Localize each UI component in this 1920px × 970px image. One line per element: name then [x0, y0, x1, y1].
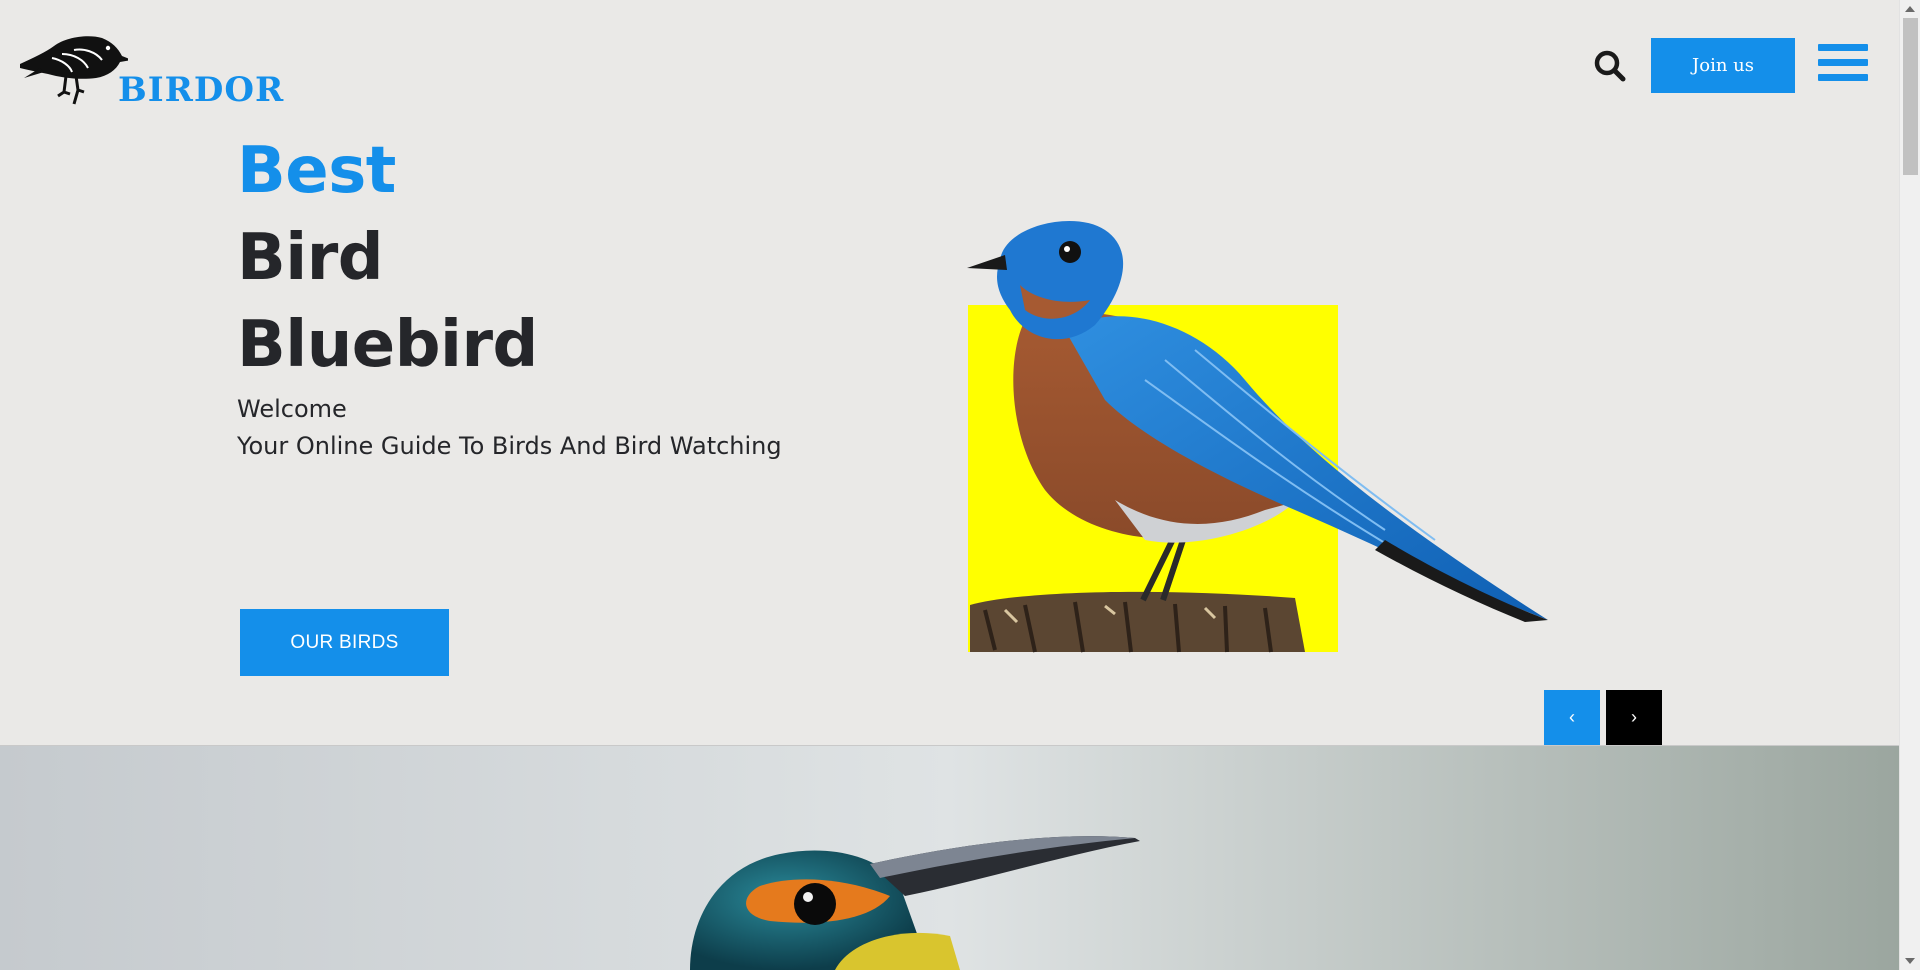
page: BIRDOR Join us Best Bird Bluebird Welcom… [0, 0, 1899, 970]
scrollbar-thumb[interactable] [1903, 18, 1918, 175]
scroll-up-arrow-icon[interactable] [1905, 6, 1915, 12]
hero-heading-block: Best Bird Bluebird Welcome Your Online G… [237, 128, 782, 465]
hero-title-line2: Bird [237, 221, 384, 295]
menu-bar [1818, 44, 1868, 51]
carousel-prev-button[interactable]: ‹ [1544, 690, 1600, 745]
hero-title-line1: Best [237, 134, 396, 208]
scroll-down-arrow-icon[interactable] [1905, 958, 1915, 964]
hamburger-menu-icon[interactable] [1818, 44, 1868, 88]
bluebird-image [967, 221, 1548, 653]
logo[interactable]: BIRDOR [18, 34, 283, 124]
kingfisher-banner-image [0, 746, 1899, 970]
menu-bar [1818, 59, 1868, 66]
hero-title-line3: Bluebird [237, 308, 538, 382]
search-button[interactable] [1592, 48, 1628, 84]
vertical-scrollbar[interactable] [1899, 0, 1920, 970]
join-us-button[interactable]: Join us [1651, 38, 1795, 93]
bird-logo-icon [20, 36, 132, 105]
logo-text: BIRDOR [118, 70, 285, 110]
hero-tagline: Your Online Guide To Birds And Bird Watc… [237, 432, 782, 460]
hero-welcome-text: Welcome [237, 395, 347, 423]
hero-section: BIRDOR Join us Best Bird Bluebird Welcom… [0, 0, 1899, 745]
menu-bar [1818, 74, 1868, 81]
search-icon [1594, 50, 1626, 82]
carousel-next-button[interactable]: › [1606, 690, 1662, 745]
our-birds-button[interactable]: OUR BIRDS [240, 609, 449, 676]
